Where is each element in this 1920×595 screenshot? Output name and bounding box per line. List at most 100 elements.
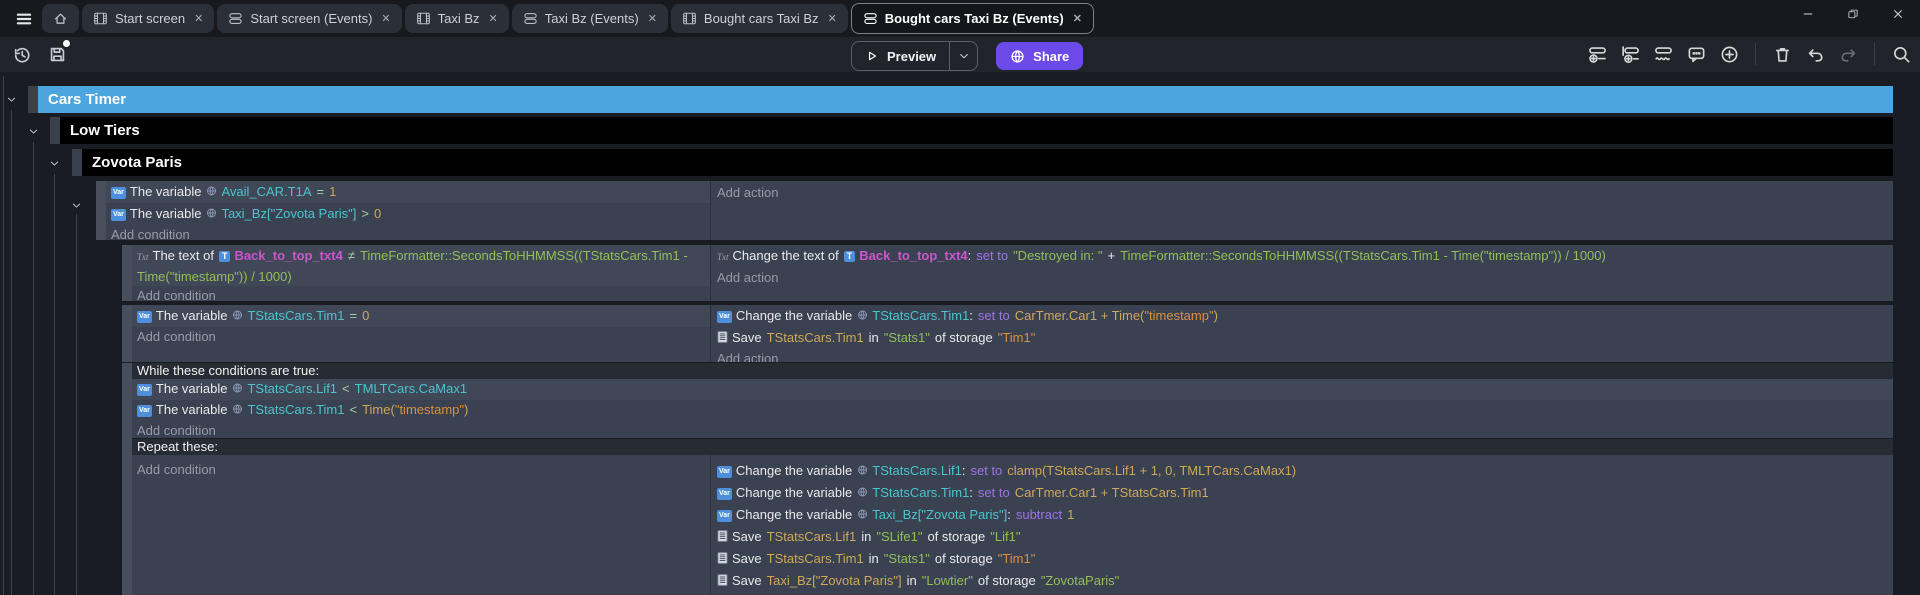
add-action-button[interactable]: Add action — [711, 268, 1893, 288]
events-icon — [228, 11, 243, 26]
comment-icon[interactable] — [1685, 43, 1707, 65]
scene-icon — [416, 11, 431, 26]
add-action-button[interactable]: Add action — [711, 349, 1893, 362]
condition-row[interactable]: VarThe variableTStatsCars.Tim1=0 — [132, 305, 710, 327]
tab-close-icon[interactable]: ✕ — [1073, 12, 1082, 25]
scene-icon — [93, 11, 108, 26]
tab-list: Start screen✕Start screen (Events)✕Taxi … — [42, 0, 1094, 37]
event-block-3[interactable]: VarThe variableTStatsCars.Tim1=0 Add con… — [122, 305, 1893, 362]
action-row[interactable]: VarChange the variableTStatsCars.Tim1:se… — [711, 305, 1893, 327]
add-event-icon[interactable] — [1586, 43, 1608, 65]
add-condition-button[interactable]: Add condition — [132, 460, 710, 480]
drag-handle[interactable] — [72, 149, 82, 176]
group-cars-timer[interactable]: Cars Timer — [28, 86, 1893, 113]
action-row[interactable]: SaveTaxi_Bz["Zovota Paris"]in"Lowtier"of… — [711, 570, 1893, 592]
window-controls — [1785, 0, 1920, 28]
share-button[interactable]: Share — [996, 42, 1083, 70]
collapse-chevron-icon[interactable] — [28, 126, 39, 137]
tab-close-icon[interactable]: ✕ — [648, 12, 657, 25]
drag-handle[interactable] — [122, 245, 132, 301]
preview-button[interactable]: Preview — [851, 41, 978, 71]
menu-icon[interactable] — [6, 4, 42, 34]
action-row[interactable]: SaveTStatsCars.Tim1in"Stats1"of storage"… — [711, 327, 1893, 349]
event-block-2[interactable]: TxtThe text ofTBack_to_top_txt4≠TimeForm… — [122, 245, 1893, 301]
add-condition-button[interactable]: Add condition — [132, 421, 1893, 441]
trash-icon[interactable] — [1771, 43, 1793, 65]
drag-handle[interactable] — [122, 305, 132, 362]
tab-start-screen[interactable]: Start screen✕ — [82, 4, 214, 33]
tab-bought-cars-taxi-bz-events[interactable]: Bought cars Taxi Bz (Events)✕ — [851, 3, 1094, 34]
drag-handle[interactable] — [50, 117, 60, 144]
add-condition-button[interactable]: Add condition — [132, 327, 710, 347]
tab-home[interactable] — [42, 4, 79, 33]
search-icon[interactable] — [1890, 43, 1912, 65]
conditions-column: VarThe variableAvail_CAR.T1A=1 VarThe va… — [106, 181, 710, 240]
window-restore-button[interactable] — [1830, 0, 1875, 28]
tab-taxi-bz[interactable]: Taxi Bz ✕ — [405, 4, 509, 33]
collapse-chevron-icon[interactable] — [6, 94, 17, 105]
window-close-button[interactable] — [1875, 0, 1920, 28]
tab-close-icon[interactable]: ✕ — [381, 12, 390, 25]
action-row[interactable]: VarChange the variableTStatsCars.Lif1:se… — [711, 460, 1893, 482]
tab-close-icon[interactable]: ✕ — [828, 12, 837, 25]
action-row[interactable]: TxtChange the text ofTBack_to_top_txt4:s… — [711, 245, 1893, 268]
condition-row[interactable]: VarThe variableTaxi_Bz["Zovota Paris"]>0 — [106, 203, 710, 225]
action-row[interactable]: SaveTStatsCars.Tim1in"Stats1"of storage"… — [711, 548, 1893, 570]
condition-row[interactable]: VarThe variableTStatsCars.Lif1<TMLTCars.… — [132, 379, 1893, 400]
save-button[interactable] — [46, 43, 68, 65]
global-variable-icon — [206, 204, 217, 225]
collapse-chevron-icon[interactable] — [49, 158, 60, 169]
condition-row[interactable]: TxtThe text ofTBack_to_top_txt4≠TimeForm… — [132, 245, 710, 286]
drag-handle[interactable] — [28, 86, 38, 113]
drag-handle[interactable] — [96, 181, 106, 240]
tab-taxi-bz-events[interactable]: Taxi Bz (Events)✕ — [512, 4, 668, 33]
global-variable-icon — [857, 483, 868, 504]
condition-row[interactable]: VarThe variableAvail_CAR.T1A=1 — [106, 181, 710, 203]
variable-icon: Var — [111, 187, 126, 199]
globe-icon — [1010, 49, 1025, 64]
group-low-tiers[interactable]: Low Tiers — [50, 117, 1893, 144]
group-title: Low Tiers — [60, 117, 1893, 144]
repeat-block: Add condition VarChange the variableTSta… — [132, 455, 1893, 595]
tab-start-screen-events[interactable]: Start screen (Events) ✕ — [217, 4, 401, 33]
add-subevent-icon[interactable] — [1619, 43, 1641, 65]
preview-label: Preview — [887, 49, 936, 64]
action-row[interactable]: SaveTStatsCars.Lif1in"SLife1"of storage"… — [711, 526, 1893, 548]
event-block-1[interactable]: VarThe variableAvail_CAR.T1A=1 VarThe va… — [96, 181, 1893, 240]
while-event-block[interactable]: While these conditions are true: VarThe … — [122, 363, 1893, 595]
undo-icon[interactable] — [1804, 43, 1826, 65]
tab-label: Taxi Bz — [438, 11, 480, 26]
tree-guide — [33, 142, 34, 595]
preview-dropdown-button[interactable] — [949, 42, 977, 70]
add-action-button[interactable]: Add action — [711, 181, 1893, 203]
tab-close-icon[interactable]: ✕ — [489, 12, 498, 25]
add-circle-icon[interactable] — [1718, 43, 1740, 65]
history-icon[interactable] — [10, 43, 32, 65]
collapse-chevron-icon[interactable] — [71, 200, 82, 211]
tab-label: Start screen (Events) — [250, 11, 372, 26]
global-variable-icon — [232, 380, 243, 400]
redo-icon[interactable] — [1837, 43, 1859, 65]
add-condition-button[interactable]: Add condition — [132, 286, 710, 301]
repeat-label: Repeat these: — [132, 439, 1893, 455]
tab-close-icon[interactable]: ✕ — [194, 12, 203, 25]
window-minimize-button[interactable] — [1785, 0, 1830, 28]
drag-handle[interactable] — [122, 363, 132, 595]
variable-icon: Var — [717, 466, 732, 478]
action-row[interactable]: VarChange the variableTStatsCars.Tim1:se… — [711, 482, 1893, 504]
variable-icon: Var — [717, 488, 732, 500]
tab-bought-cars-taxi-bz[interactable]: Bought cars Taxi Bz✕ — [671, 4, 848, 33]
add-other-event-icon[interactable] — [1652, 43, 1674, 65]
conditions-column: TxtThe text ofTBack_to_top_txt4≠TimeForm… — [132, 245, 710, 301]
toolbar-divider — [1874, 43, 1875, 65]
group-title: Zovota Paris — [82, 149, 1893, 176]
save-icon — [48, 45, 67, 64]
add-condition-button[interactable]: Add condition — [106, 225, 710, 240]
toolbar-center: Preview Share — [851, 41, 1083, 71]
storage-icon — [717, 571, 728, 592]
group-zovota-paris[interactable]: Zovota Paris — [72, 149, 1893, 176]
share-label: Share — [1033, 49, 1069, 64]
action-row[interactable]: VarChange the variableTaxi_Bz["Zovota Pa… — [711, 504, 1893, 526]
variable-icon: Var — [137, 311, 152, 323]
condition-row[interactable]: VarThe variableTStatsCars.Tim1<Time("tim… — [132, 400, 1893, 421]
